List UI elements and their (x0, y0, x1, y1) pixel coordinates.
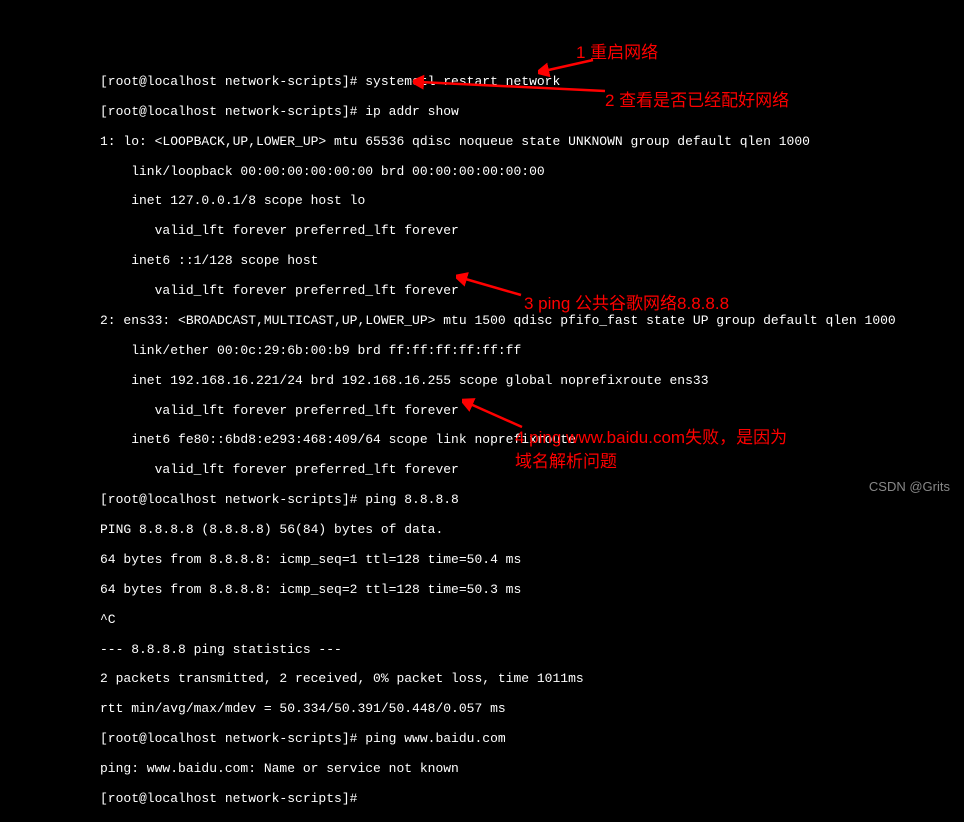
terminal-line: ping: www.baidu.com: Name or service not… (100, 762, 964, 777)
terminal-output: [root@localhost network-scripts]# system… (0, 0, 964, 822)
terminal-line: inet6 ::1/128 scope host (100, 254, 964, 269)
terminal-line: 2: ens33: <BROADCAST,MULTICAST,UP,LOWER_… (100, 314, 964, 329)
terminal-line: [root@localhost network-scripts]# system… (100, 75, 964, 90)
annotation-restart-network: 1 重启网络 (576, 38, 658, 63)
terminal-line: 2 packets transmitted, 2 received, 0% pa… (100, 672, 964, 687)
terminal-line: 64 bytes from 8.8.8.8: icmp_seq=2 ttl=12… (100, 583, 964, 598)
annotation-check-network: 2 查看是否已经配好网络 (605, 86, 789, 111)
terminal-line: --- 8.8.8.8 ping statistics --- (100, 643, 964, 658)
terminal-line: 1: lo: <LOOPBACK,UP,LOWER_UP> mtu 65536 … (100, 135, 964, 150)
terminal-line: link/ether 00:0c:29:6b:00:b9 brd ff:ff:f… (100, 344, 964, 359)
terminal-line: 64 bytes from 8.8.8.8: icmp_seq=1 ttl=12… (100, 553, 964, 568)
terminal-line: link/loopback 00:00:00:00:00:00 brd 00:0… (100, 165, 964, 180)
terminal-line: inet 192.168.16.221/24 brd 192.168.16.25… (100, 374, 964, 389)
terminal-line: inet 127.0.0.1/8 scope host lo (100, 194, 964, 209)
annotation-ping-google: 3 ping 公共谷歌网络8.8.8.8 (524, 289, 729, 314)
annotation-dns-issue: 域名解析问题 (515, 447, 617, 472)
terminal-line: [root@localhost network-scripts]# ip add… (100, 105, 964, 120)
terminal-line: [root@localhost network-scripts]# ping 8… (100, 493, 964, 508)
terminal-line: PING 8.8.8.8 (8.8.8.8) 56(84) bytes of d… (100, 523, 964, 538)
watermark: CSDN @Grits (869, 479, 950, 494)
terminal-line: valid_lft forever preferred_lft forever (100, 404, 964, 419)
terminal-line: valid_lft forever preferred_lft forever (100, 224, 964, 239)
terminal-line: rtt min/avg/max/mdev = 50.334/50.391/50.… (100, 702, 964, 717)
terminal-line: [root@localhost network-scripts]# ping w… (100, 732, 964, 747)
terminal-line: [root@localhost network-scripts]# (100, 792, 964, 807)
terminal-line: ^C (100, 613, 964, 628)
annotation-ping-baidu-failed: 4 ping www.baidu.com失败，是因为 (515, 423, 787, 448)
